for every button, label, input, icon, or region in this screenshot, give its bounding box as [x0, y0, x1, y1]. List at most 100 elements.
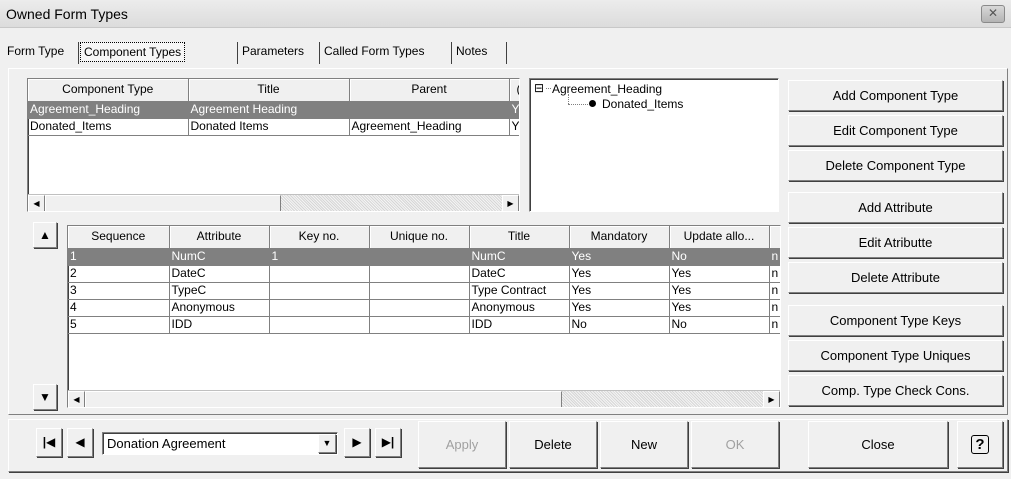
column-header-truncated[interactable] — [769, 226, 780, 249]
cell[interactable] — [369, 265, 470, 283]
component-tree[interactable]: ⊟ Agreement_Heading Donated_Items — [529, 78, 779, 212]
help-button[interactable]: ? — [957, 421, 1003, 468]
add-attribute-button[interactable]: Add Attribute — [788, 192, 1003, 223]
cell[interactable]: Anonymous — [469, 299, 570, 317]
column-header-attribute[interactable]: Attribute — [169, 226, 270, 249]
cell[interactable]: Yes — [669, 265, 770, 283]
column-header-title[interactable]: Title — [188, 79, 350, 102]
cell[interactable]: IDD — [169, 316, 270, 334]
cell[interactable] — [269, 299, 370, 317]
column-header-truncated[interactable]: ( — [509, 79, 519, 102]
tab-called-form-types[interactable]: Called Form Types — [321, 42, 427, 62]
cell[interactable]: n — [769, 282, 780, 300]
chevron-down-icon[interactable]: ▼ — [318, 434, 336, 453]
tab-parameters[interactable]: Parameters — [239, 42, 307, 62]
cell[interactable]: IDD — [469, 316, 570, 334]
cell[interactable]: 3 — [68, 282, 170, 300]
last-record-button[interactable]: ▶| — [375, 428, 401, 457]
cell[interactable]: NumC — [469, 248, 570, 266]
cell[interactable]: n — [769, 316, 780, 334]
horizontal-scrollbar[interactable]: ◀ ▶ — [28, 194, 519, 211]
cell[interactable]: Donated_Items — [28, 118, 189, 136]
table-row[interactable]: 3 TypeC Type Contract Yes Yes n — [68, 282, 780, 300]
cell[interactable]: Yes — [669, 282, 770, 300]
column-header-title[interactable]: Title — [469, 226, 570, 249]
cell[interactable]: Y — [509, 101, 519, 119]
table-row[interactable]: Donated_Items Donated Items Agreement_He… — [28, 118, 519, 136]
move-down-button[interactable]: ▼ — [33, 384, 57, 410]
cell[interactable]: 1 — [68, 248, 170, 266]
cell[interactable]: Y — [509, 118, 519, 136]
cell[interactable]: Type Contract — [469, 282, 570, 300]
cell[interactable]: No — [669, 248, 770, 266]
cell[interactable] — [369, 282, 470, 300]
cell[interactable]: 1 — [269, 248, 370, 266]
cell[interactable] — [369, 248, 470, 266]
record-select[interactable]: Donation Agreement ▼ — [102, 432, 338, 455]
cell[interactable] — [269, 265, 370, 283]
scroll-thumb[interactable] — [45, 195, 281, 211]
edit-attribute-button[interactable]: Edit Atributte — [788, 227, 1003, 258]
scroll-left-button[interactable]: ◀ — [28, 195, 45, 211]
tree-node-child[interactable]: Donated_Items — [602, 97, 683, 111]
column-header-unique-no[interactable]: Unique no. — [369, 226, 470, 249]
delete-attribute-button[interactable]: Delete Attribute — [788, 262, 1003, 293]
horizontal-scrollbar[interactable]: ◀ ▶ — [68, 390, 780, 407]
cell[interactable]: n — [769, 248, 780, 266]
cell[interactable]: No — [569, 316, 670, 334]
component-type-uniques-button[interactable]: Component Type Uniques — [788, 340, 1003, 371]
scroll-right-button[interactable]: ▶ — [502, 195, 519, 211]
column-header-sequence[interactable]: Sequence — [68, 226, 170, 249]
tab-form-type[interactable]: Form Type — [4, 42, 67, 62]
cell[interactable]: Donated Items — [188, 118, 350, 136]
table-row[interactable]: 5 IDD IDD No No n — [68, 316, 780, 334]
cell[interactable]: Yes — [669, 299, 770, 317]
ok-button[interactable]: OK — [691, 421, 779, 468]
cell[interactable]: 4 — [68, 299, 170, 317]
delete-button[interactable]: Delete — [509, 421, 597, 468]
cell[interactable]: 2 — [68, 265, 170, 283]
cell[interactable]: n — [769, 265, 780, 283]
cell[interactable]: Agreement Heading — [188, 101, 350, 119]
cell[interactable] — [349, 101, 510, 119]
tab-component-types[interactable]: Component Types — [80, 42, 186, 62]
column-header-update-allowed[interactable]: Update allo... — [669, 226, 770, 249]
table-row[interactable]: 2 DateC DateC Yes Yes n — [68, 265, 780, 283]
table-row[interactable]: Agreement_Heading Agreement Heading Y — [28, 101, 519, 119]
column-header-key-no[interactable]: Key no. — [269, 226, 370, 249]
tab-notes[interactable]: Notes — [453, 42, 490, 62]
cell[interactable]: Yes — [569, 282, 670, 300]
column-header-mandatory[interactable]: Mandatory — [569, 226, 670, 249]
cell[interactable]: Yes — [569, 299, 670, 317]
cell[interactable]: NumC — [169, 248, 270, 266]
new-button[interactable]: New — [600, 421, 688, 468]
column-header-component-type[interactable]: Component Type — [28, 79, 189, 102]
cell[interactable]: n — [769, 299, 780, 317]
cell[interactable]: TypeC — [169, 282, 270, 300]
cell[interactable] — [269, 316, 370, 334]
column-header-parent[interactable]: Parent — [349, 79, 510, 102]
cell[interactable]: DateC — [169, 265, 270, 283]
cell[interactable] — [369, 299, 470, 317]
previous-record-button[interactable]: ◀ — [67, 428, 93, 457]
attributes-grid[interactable]: Sequence Attribute Key no. Unique no. Ti… — [67, 225, 781, 408]
first-record-button[interactable]: |◀ — [36, 428, 62, 457]
cell[interactable]: Yes — [569, 265, 670, 283]
cell[interactable]: DateC — [469, 265, 570, 283]
scroll-thumb[interactable] — [85, 391, 562, 407]
scroll-right-button[interactable]: ▶ — [763, 391, 780, 407]
table-row[interactable]: 4 Anonymous Anonymous Yes Yes n — [68, 299, 780, 317]
close-window-button[interactable]: ✕ — [981, 5, 1005, 23]
delete-component-type-button[interactable]: Delete Component Type — [788, 150, 1003, 181]
apply-button[interactable]: Apply — [418, 421, 506, 468]
component-type-keys-button[interactable]: Component Type Keys — [788, 305, 1003, 336]
cell[interactable]: No — [669, 316, 770, 334]
tree-expander-icon[interactable]: ⊟ — [534, 81, 544, 95]
cell[interactable]: Yes — [569, 248, 670, 266]
move-up-button[interactable]: ▲ — [33, 222, 57, 248]
close-button[interactable]: Close — [808, 421, 948, 468]
cell[interactable]: Anonymous — [169, 299, 270, 317]
comp-type-check-cons-button[interactable]: Comp. Type Check Cons. — [788, 375, 1003, 406]
cell[interactable]: Agreement_Heading — [28, 101, 189, 119]
next-record-button[interactable]: ▶ — [344, 428, 370, 457]
